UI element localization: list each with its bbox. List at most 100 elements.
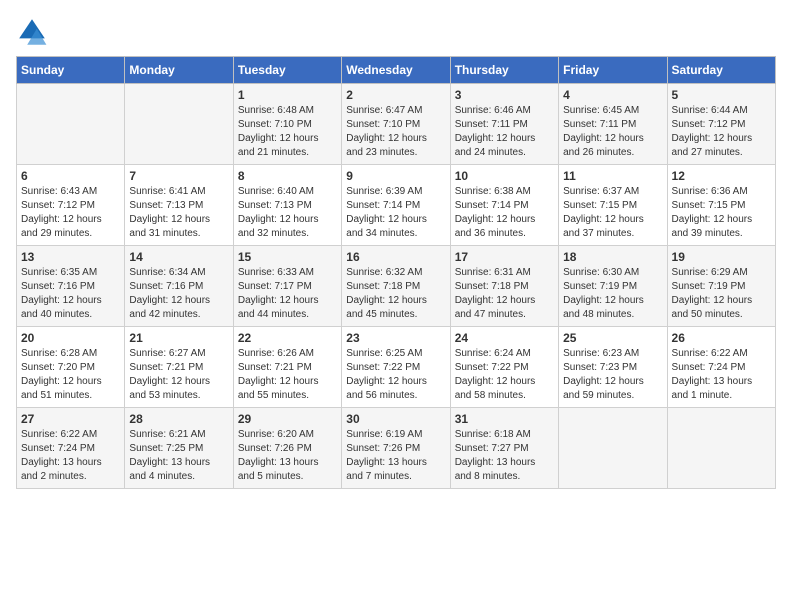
day-number: 18 bbox=[563, 250, 662, 264]
day-of-week-thursday: Thursday bbox=[450, 57, 558, 84]
day-number: 29 bbox=[238, 412, 337, 426]
day-number: 13 bbox=[21, 250, 120, 264]
calendar-cell: 2Sunrise: 6:47 AM Sunset: 7:10 PM Daylig… bbox=[342, 84, 450, 165]
calendar-week-5: 27 Sunrise: 6:22 AM Sunset: 7:24 PM Dayli… bbox=[17, 408, 776, 489]
day-of-week-tuesday: Tuesday bbox=[233, 57, 341, 84]
day-info: Sunrise: 6:23 AM Sunset: 7:23 PM Dayligh… bbox=[563, 347, 662, 403]
day-number: 6 bbox=[21, 169, 120, 183]
day-number: 31 bbox=[455, 412, 554, 426]
calendar-week-3: 13 Sunrise: 6:35 AM Sunset: 7:16 PM Dayli… bbox=[17, 246, 776, 327]
calendar-cell: 6 Sunrise: 6:43 AM Sunset: 7:12 PM Daylig… bbox=[17, 165, 125, 246]
calendar-cell: 18 Sunrise: 6:30 AM Sunset: 7:19 PM Dayli… bbox=[559, 246, 667, 327]
day-of-week-friday: Friday bbox=[559, 57, 667, 84]
day-info: Sunrise: 6:22 AM Sunset: 7:24 PM Dayligh… bbox=[672, 347, 771, 403]
day-info: Sunrise: 6:27 AM Sunset: 7:21 PM Dayligh… bbox=[129, 347, 228, 403]
day-info: Sunrise: 6:19 AM Sunset: 7:26 PM Dayligh… bbox=[346, 428, 445, 484]
calendar-cell: 23 Sunrise: 6:25 AM Sunset: 7:22 PM Dayli… bbox=[342, 327, 450, 408]
day-info: Sunrise: 6:26 AM Sunset: 7:21 PM Dayligh… bbox=[238, 347, 337, 403]
day-of-week-wednesday: Wednesday bbox=[342, 57, 450, 84]
calendar-body: 1 Sunrise: 6:48 AM Sunset: 7:10 PM Daylig… bbox=[17, 84, 776, 489]
day-number: 1 bbox=[238, 88, 337, 102]
day-number: 10 bbox=[455, 169, 554, 183]
calendar-cell: 31 Sunrise: 6:18 AM Sunset: 7:27 PM Dayli… bbox=[450, 408, 558, 489]
day-info: Sunrise: 6:38 AM Sunset: 7:14 PM Dayligh… bbox=[455, 185, 554, 241]
day-info: Sunrise: 6:22 AM Sunset: 7:24 PM Dayligh… bbox=[21, 428, 120, 484]
day-info: Sunrise: 6:31 AM Sunset: 7:18 PM Dayligh… bbox=[455, 266, 554, 322]
day-number: 30 bbox=[346, 412, 445, 426]
calendar-cell: 9 Sunrise: 6:39 AM Sunset: 7:14 PM Daylig… bbox=[342, 165, 450, 246]
day-number: 23 bbox=[346, 331, 445, 345]
day-number: 22 bbox=[238, 331, 337, 345]
day-number: 8 bbox=[238, 169, 337, 183]
calendar-cell: 15 Sunrise: 6:33 AM Sunset: 7:17 PM Dayli… bbox=[233, 246, 341, 327]
day-info: Sunrise: 6:30 AM Sunset: 7:19 PM Dayligh… bbox=[563, 266, 662, 322]
calendar-cell: 12 Sunrise: 6:36 AM Sunset: 7:15 PM Dayli… bbox=[667, 165, 775, 246]
calendar-cell: 24Sunrise: 6:24 AM Sunset: 7:22 PM Dayli… bbox=[450, 327, 558, 408]
calendar-cell: 10 Sunrise: 6:38 AM Sunset: 7:14 PM Dayli… bbox=[450, 165, 558, 246]
day-number: 25 bbox=[563, 331, 662, 345]
day-info: Sunrise: 6:28 AM Sunset: 7:20 PM Dayligh… bbox=[21, 347, 120, 403]
calendar-cell: 20 Sunrise: 6:28 AM Sunset: 7:20 PM Dayli… bbox=[17, 327, 125, 408]
calendar-cell: 21 Sunrise: 6:27 AM Sunset: 7:21 PM Dayli… bbox=[125, 327, 233, 408]
calendar-cell: 3 Sunrise: 6:46 AM Sunset: 7:11 PM Daylig… bbox=[450, 84, 558, 165]
day-info: Sunrise: 6:47 AM Sunset: 7:10 PM Dayligh… bbox=[346, 104, 445, 160]
day-info: Sunrise: 6:29 AM Sunset: 7:19 PM Dayligh… bbox=[672, 266, 771, 322]
day-number: 14 bbox=[129, 250, 228, 264]
day-info: Sunrise: 6:25 AM Sunset: 7:22 PM Dayligh… bbox=[346, 347, 445, 403]
day-info: Sunrise: 6:34 AM Sunset: 7:16 PM Dayligh… bbox=[129, 266, 228, 322]
calendar-cell: 16 Sunrise: 6:32 AM Sunset: 7:18 PM Dayli… bbox=[342, 246, 450, 327]
day-info: Sunrise: 6:48 AM Sunset: 7:10 PM Dayligh… bbox=[238, 104, 337, 160]
day-info: Sunrise: 6:43 AM Sunset: 7:12 PM Dayligh… bbox=[21, 185, 120, 241]
day-info: Sunrise: 6:41 AM Sunset: 7:13 PM Dayligh… bbox=[129, 185, 228, 241]
calendar-cell: 11Sunrise: 6:37 AM Sunset: 7:15 PM Dayli… bbox=[559, 165, 667, 246]
calendar-cell: 4 Sunrise: 6:45 AM Sunset: 7:11 PM Daylig… bbox=[559, 84, 667, 165]
day-info: Sunrise: 6:44 AM Sunset: 7:12 PM Dayligh… bbox=[672, 104, 771, 160]
day-number: 21 bbox=[129, 331, 228, 345]
calendar-cell: 28Sunrise: 6:21 AM Sunset: 7:25 PM Dayli… bbox=[125, 408, 233, 489]
day-number: 24 bbox=[455, 331, 554, 345]
day-info: Sunrise: 6:40 AM Sunset: 7:13 PM Dayligh… bbox=[238, 185, 337, 241]
day-number: 9 bbox=[346, 169, 445, 183]
day-of-week-saturday: Saturday bbox=[667, 57, 775, 84]
calendar-week-1: 1 Sunrise: 6:48 AM Sunset: 7:10 PM Daylig… bbox=[17, 84, 776, 165]
day-number: 7 bbox=[129, 169, 228, 183]
day-number: 27 bbox=[21, 412, 120, 426]
day-info: Sunrise: 6:33 AM Sunset: 7:17 PM Dayligh… bbox=[238, 266, 337, 322]
day-number: 5 bbox=[672, 88, 771, 102]
calendar-cell: 8 Sunrise: 6:40 AM Sunset: 7:13 PM Daylig… bbox=[233, 165, 341, 246]
calendar-week-2: 6 Sunrise: 6:43 AM Sunset: 7:12 PM Daylig… bbox=[17, 165, 776, 246]
day-of-week-monday: Monday bbox=[125, 57, 233, 84]
calendar-cell: 13 Sunrise: 6:35 AM Sunset: 7:16 PM Dayli… bbox=[17, 246, 125, 327]
day-number: 3 bbox=[455, 88, 554, 102]
logo bbox=[16, 16, 52, 48]
day-number: 17 bbox=[455, 250, 554, 264]
day-info: Sunrise: 6:36 AM Sunset: 7:15 PM Dayligh… bbox=[672, 185, 771, 241]
day-info: Sunrise: 6:20 AM Sunset: 7:26 PM Dayligh… bbox=[238, 428, 337, 484]
calendar-header: SundayMondayTuesdayWednesdayThursdayFrid… bbox=[17, 57, 776, 84]
day-info: Sunrise: 6:35 AM Sunset: 7:16 PM Dayligh… bbox=[21, 266, 120, 322]
calendar-table: SundayMondayTuesdayWednesdayThursdayFrid… bbox=[16, 56, 776, 489]
calendar-cell: 5 Sunrise: 6:44 AM Sunset: 7:12 PM Daylig… bbox=[667, 84, 775, 165]
page-header bbox=[16, 16, 776, 48]
calendar-cell bbox=[667, 408, 775, 489]
day-info: Sunrise: 6:21 AM Sunset: 7:25 PM Dayligh… bbox=[129, 428, 228, 484]
calendar-cell: 17 Sunrise: 6:31 AM Sunset: 7:18 PM Dayli… bbox=[450, 246, 558, 327]
day-info: Sunrise: 6:32 AM Sunset: 7:18 PM Dayligh… bbox=[346, 266, 445, 322]
day-number: 15 bbox=[238, 250, 337, 264]
day-number: 4 bbox=[563, 88, 662, 102]
day-number: 20 bbox=[21, 331, 120, 345]
calendar-cell: 19Sunrise: 6:29 AM Sunset: 7:19 PM Dayli… bbox=[667, 246, 775, 327]
day-info: Sunrise: 6:39 AM Sunset: 7:14 PM Dayligh… bbox=[346, 185, 445, 241]
calendar-cell bbox=[125, 84, 233, 165]
calendar-cell: 26Sunrise: 6:22 AM Sunset: 7:24 PM Dayli… bbox=[667, 327, 775, 408]
day-info: Sunrise: 6:18 AM Sunset: 7:27 PM Dayligh… bbox=[455, 428, 554, 484]
day-number: 16 bbox=[346, 250, 445, 264]
day-info: Sunrise: 6:46 AM Sunset: 7:11 PM Dayligh… bbox=[455, 104, 554, 160]
calendar-cell: 30 Sunrise: 6:19 AM Sunset: 7:26 PM Dayli… bbox=[342, 408, 450, 489]
calendar-cell: 25 Sunrise: 6:23 AM Sunset: 7:23 PM Dayli… bbox=[559, 327, 667, 408]
day-number: 12 bbox=[672, 169, 771, 183]
calendar-cell bbox=[17, 84, 125, 165]
day-info: Sunrise: 6:45 AM Sunset: 7:11 PM Dayligh… bbox=[563, 104, 662, 160]
calendar-cell: 22 Sunrise: 6:26 AM Sunset: 7:21 PM Dayli… bbox=[233, 327, 341, 408]
calendar-cell: 14 Sunrise: 6:34 AM Sunset: 7:16 PM Dayli… bbox=[125, 246, 233, 327]
